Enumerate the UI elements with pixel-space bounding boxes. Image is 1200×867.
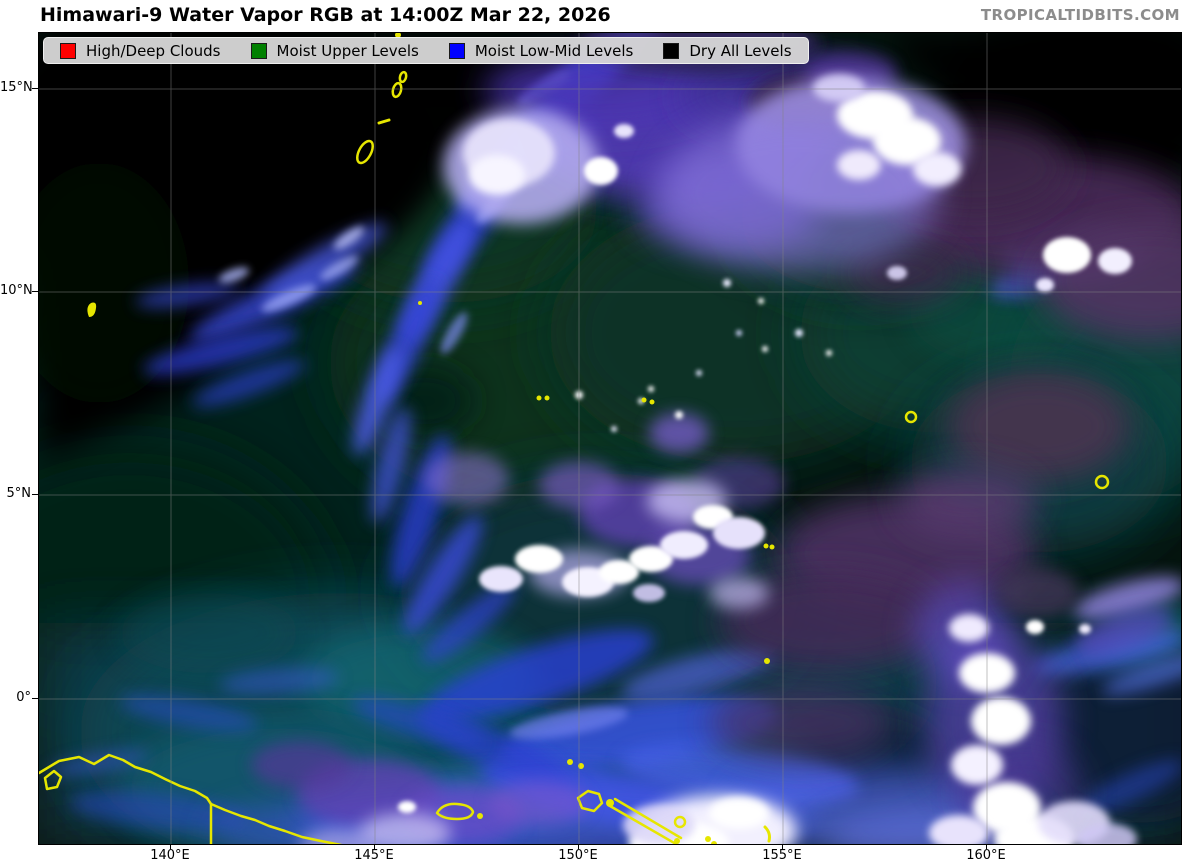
legend-item: Dry All Levels <box>663 42 791 60</box>
lon-label-150e: 150°E <box>548 848 608 864</box>
lon-label-140e: 140°E <box>140 848 200 864</box>
legend-item: Moist Upper Levels <box>251 42 419 60</box>
watermark: TROPICALTIDBITS.COM <box>981 6 1180 24</box>
lon-label-155e: 155°E <box>752 848 812 864</box>
lat-label-15n: 15°N <box>0 80 31 96</box>
legend-swatch <box>449 43 465 59</box>
lat-label-0: 0° <box>0 690 31 706</box>
lat-label-5n: 5°N <box>0 486 31 502</box>
lat-label-10n: 10°N <box>0 283 31 299</box>
legend-item-label: Moist Upper Levels <box>277 42 419 60</box>
legend-item: High/Deep Clouds <box>60 42 221 60</box>
legend-item-label: Dry All Levels <box>689 42 791 60</box>
page-title: Himawari-9 Water Vapor RGB at 14:00Z Mar… <box>40 3 611 27</box>
screenshot-root: Himawari-9 Water Vapor RGB at 14:00Z Mar… <box>0 0 1200 867</box>
legend-swatch <box>663 43 679 59</box>
legend-item-label: High/Deep Clouds <box>86 42 221 60</box>
legend-item-label: Moist Low-Mid Levels <box>475 42 634 60</box>
legend: High/Deep Clouds Moist Upper Levels Moist … <box>43 37 809 64</box>
lon-label-145e: 145°E <box>344 848 404 864</box>
satellite-map: High/Deep Clouds Moist Upper Levels Moist … <box>38 32 1182 845</box>
legend-item: Moist Low-Mid Levels <box>449 42 634 60</box>
satellite-image <box>39 33 1181 844</box>
lon-label-160e: 160°E <box>956 848 1016 864</box>
legend-swatch <box>60 43 76 59</box>
legend-swatch <box>251 43 267 59</box>
